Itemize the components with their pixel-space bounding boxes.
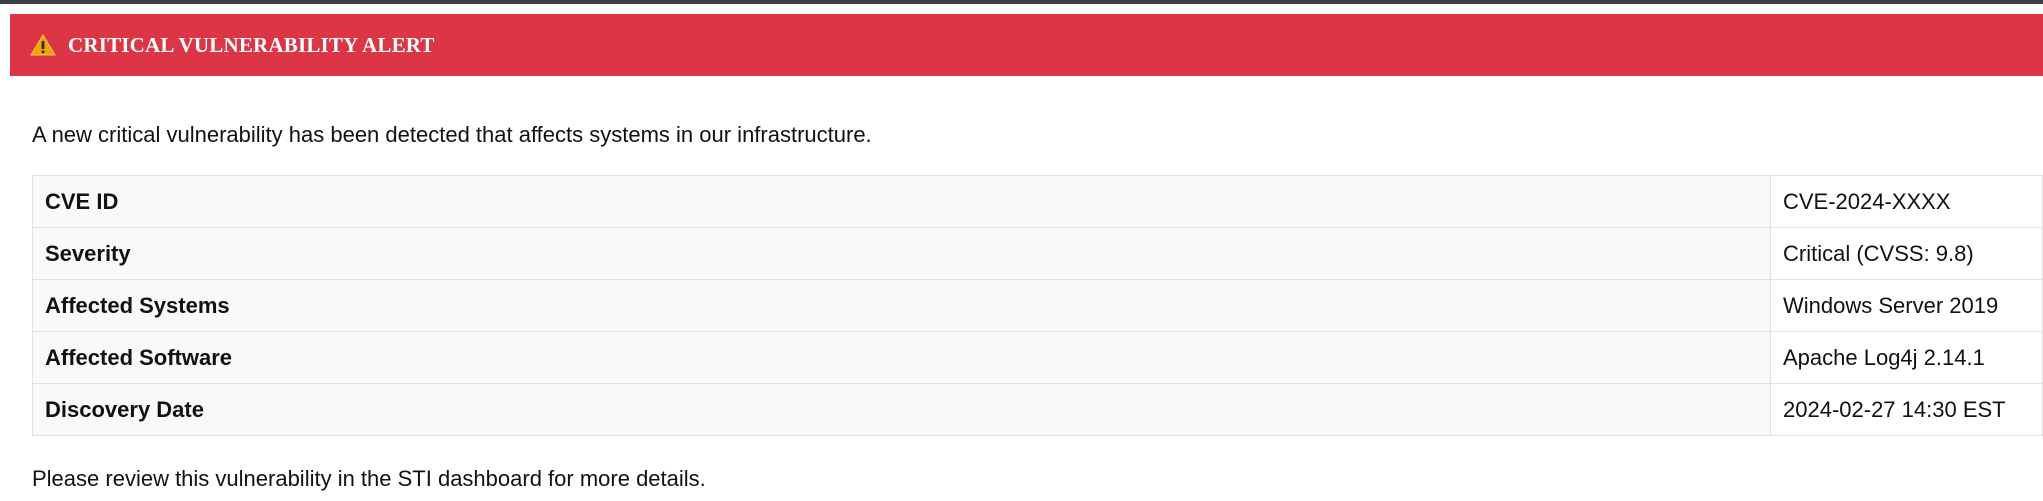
table-row: CVE ID CVE-2024-XXXX [32,175,2043,228]
discovery-date-label: Discovery Date [32,383,1771,436]
cve-id-label: CVE ID [32,175,1771,228]
cve-id-value: CVE-2024-XXXX [1770,175,2043,228]
warning-triangle-icon [30,34,56,56]
affected-software-value: Apache Log4j 2.14.1 [1770,331,2043,384]
alert-title: CRITICAL VULNERABILITY ALERT [68,32,435,57]
alert-footer-text: Please review this vulnerability in the … [32,466,706,491]
severity-label: Severity [32,227,1771,280]
table-row: Affected Software Apache Log4j 2.14.1 [32,331,2043,384]
table-row: Discovery Date 2024-02-27 14:30 EST [32,383,2043,436]
table-row: Affected Systems Windows Server 2019 [32,279,2043,332]
alert-banner: CRITICAL VULNERABILITY ALERT [10,14,2043,76]
severity-value: Critical (CVSS: 9.8) [1770,227,2043,280]
alert-intro-text: A new critical vulnerability has been de… [32,122,872,147]
vulnerability-details-table: CVE ID CVE-2024-XXXX Severity Critical (… [32,175,2043,436]
affected-software-label: Affected Software [32,331,1771,384]
top-border [0,0,2043,4]
affected-systems-label: Affected Systems [32,279,1771,332]
affected-systems-value: Windows Server 2019 [1770,279,2043,332]
discovery-date-value: 2024-02-27 14:30 EST [1770,383,2043,436]
table-row: Severity Critical (CVSS: 9.8) [32,227,2043,280]
